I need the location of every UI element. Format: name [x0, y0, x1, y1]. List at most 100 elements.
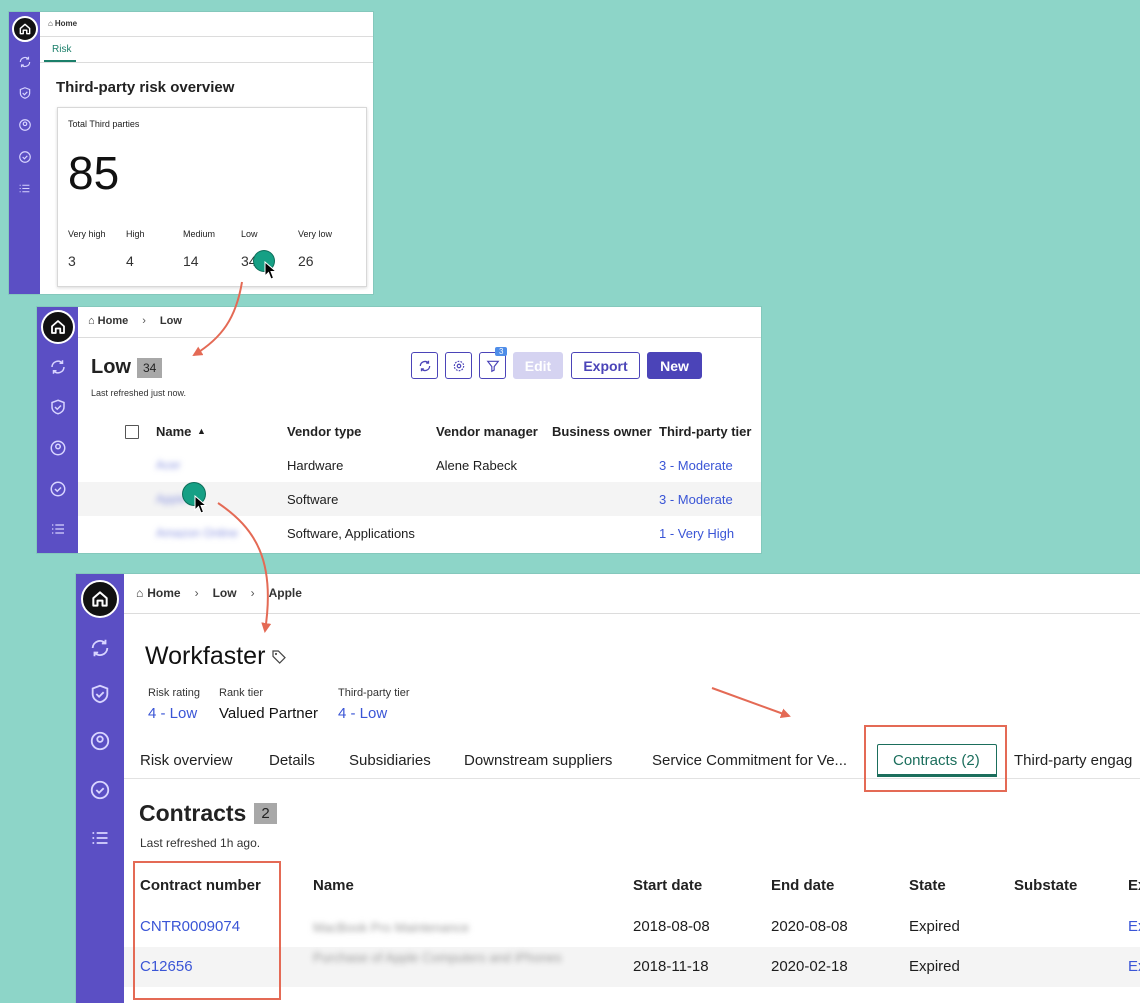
- column-header[interactable]: Start date: [633, 877, 702, 894]
- breadcrumb-low[interactable]: Low: [213, 586, 237, 600]
- tab-item[interactable]: Details: [269, 752, 315, 769]
- refreshed-text: Last refreshed just now.: [91, 388, 187, 398]
- column-header[interactable]: End date: [771, 877, 834, 894]
- state-cell: Expired: [909, 958, 960, 975]
- vendor-name-link[interactable]: Acer: [156, 458, 181, 472]
- list-icon[interactable]: [88, 826, 112, 850]
- refresh-icon[interactable]: [88, 636, 112, 660]
- tab-item[interactable]: Service Commitment for Ve...: [652, 752, 847, 769]
- column-header[interactable]: Name: [313, 877, 354, 894]
- check-circle-icon[interactable]: [88, 778, 112, 802]
- tab-risk[interactable]: Risk: [52, 44, 71, 55]
- risk-level-label: Low: [241, 229, 258, 239]
- home-small-icon: ⌂: [88, 315, 95, 327]
- tab-item[interactable]: Subsidiaries: [349, 752, 431, 769]
- total-card[interactable]: Total Third parties 85 Very high 3 High 4 Me…: [57, 107, 367, 287]
- shield-icon[interactable]: [48, 397, 68, 417]
- breadcrumb-home[interactable]: Home: [98, 315, 129, 327]
- user-circle-icon[interactable]: [16, 116, 34, 134]
- column-header[interactable]: Name: [156, 424, 191, 439]
- select-all-checkbox[interactable]: [125, 425, 139, 439]
- start-date-cell: 2018-08-08: [633, 918, 710, 935]
- settings-button[interactable]: [445, 352, 472, 379]
- risk-level-value[interactable]: 26: [298, 253, 314, 269]
- chevron-right-icon: ›: [250, 586, 255, 600]
- shield-icon[interactable]: [16, 84, 34, 102]
- chevron-right-icon: ›: [142, 315, 146, 327]
- export-button[interactable]: Export: [571, 352, 640, 379]
- check-circle-icon[interactable]: [48, 479, 68, 499]
- breadcrumb: ⌂ Home: [48, 19, 77, 28]
- refresh-button[interactable]: [411, 352, 438, 379]
- check-circle-icon[interactable]: [16, 148, 34, 166]
- column-header[interactable]: Substate: [1014, 877, 1077, 894]
- extra-link[interactable]: Ex: [1128, 918, 1140, 935]
- column-header[interactable]: Business owner: [552, 424, 652, 439]
- risk-level-value[interactable]: 3: [68, 253, 76, 269]
- side-rail: [9, 12, 40, 294]
- meta-link[interactable]: 4 - Low: [338, 705, 387, 722]
- side-rail: [76, 574, 124, 1003]
- contract-number-highlight: [133, 861, 281, 1000]
- home-icon[interactable]: [81, 580, 119, 618]
- meta-label: Rank tier: [219, 687, 264, 699]
- page-title: Third-party risk overview: [56, 79, 235, 96]
- risk-level-label: High: [126, 229, 145, 239]
- refreshed-text: Last refreshed 1h ago.: [140, 836, 261, 850]
- home-icon[interactable]: [40, 310, 75, 344]
- pointer-icon: [194, 495, 208, 514]
- column-header[interactable]: Vendor manager: [436, 424, 538, 439]
- filter-button[interactable]: [479, 352, 506, 379]
- refresh-icon[interactable]: [48, 357, 68, 377]
- user-circle-icon[interactable]: [88, 729, 112, 753]
- new-button[interactable]: New: [647, 352, 702, 379]
- breadcrumb: ⌂ Home › Low: [88, 315, 182, 327]
- column-header[interactable]: Ex: [1128, 877, 1140, 894]
- section-count: 2: [254, 803, 277, 824]
- end-date-cell: 2020-02-18: [771, 958, 848, 975]
- vendor-manager-cell: Alene Rabeck: [436, 458, 517, 473]
- tier-link[interactable]: 3 - Moderate: [659, 492, 733, 507]
- risk-level-value[interactable]: 14: [183, 253, 199, 269]
- home-small-icon: ⌂: [48, 19, 53, 28]
- column-header[interactable]: State: [909, 877, 946, 894]
- record-count: 34: [137, 357, 163, 378]
- column-header[interactable]: Vendor type: [287, 424, 361, 439]
- tier-link[interactable]: 1 - Very High: [659, 526, 734, 541]
- state-cell: Expired: [909, 918, 960, 935]
- vendor-type-cell: Software: [287, 492, 339, 507]
- refresh-icon[interactable]: [16, 53, 34, 71]
- end-date-cell: 2020-08-08: [771, 918, 848, 935]
- tab-item[interactable]: Downstream suppliers: [464, 752, 612, 769]
- column-header[interactable]: Third-party tier: [659, 424, 751, 439]
- home-icon[interactable]: [11, 16, 38, 42]
- vendor-type-cell: Software, Applications: [287, 526, 415, 541]
- start-date-cell: 2018-11-18: [633, 958, 709, 975]
- contract-name-cell: MacBook Pro Maintenance: [313, 920, 470, 935]
- sort-ascending-icon[interactable]: ▲: [197, 426, 206, 436]
- extra-link[interactable]: Ex: [1128, 958, 1140, 975]
- breadcrumb-current: Apple: [268, 586, 302, 600]
- meta-link[interactable]: 4 - Low: [148, 705, 197, 722]
- edit-button: Edit: [513, 352, 563, 379]
- tier-link[interactable]: 3 - Moderate: [659, 458, 733, 473]
- shield-icon[interactable]: [88, 682, 112, 706]
- breadcrumb-home[interactable]: Home: [147, 586, 180, 600]
- meta-label: Risk rating: [148, 687, 200, 699]
- list-icon[interactable]: [48, 519, 68, 539]
- risk-level-value[interactable]: 4: [126, 253, 134, 269]
- breadcrumb-home[interactable]: Home: [55, 19, 77, 28]
- side-rail: [37, 307, 78, 553]
- pointer-icon: [264, 261, 278, 280]
- section-title: Contracts: [139, 800, 247, 826]
- vendor-name-link[interactable]: Amazon Online: [156, 526, 238, 540]
- tab-item[interactable]: Risk overview: [140, 752, 233, 769]
- tab-item[interactable]: Third-party engag: [1014, 752, 1132, 769]
- vendor-type-cell: Hardware: [287, 458, 344, 473]
- risk-overview-panel: ⌂ Home Risk Third-party risk overview To…: [9, 12, 373, 294]
- user-circle-icon[interactable]: [48, 438, 68, 458]
- vendor-title: Workfaster: [145, 642, 266, 670]
- tag-icon[interactable]: [271, 649, 287, 665]
- breadcrumb: ⌂ Home › Low › Apple: [136, 586, 302, 600]
- list-icon[interactable]: [16, 179, 34, 197]
